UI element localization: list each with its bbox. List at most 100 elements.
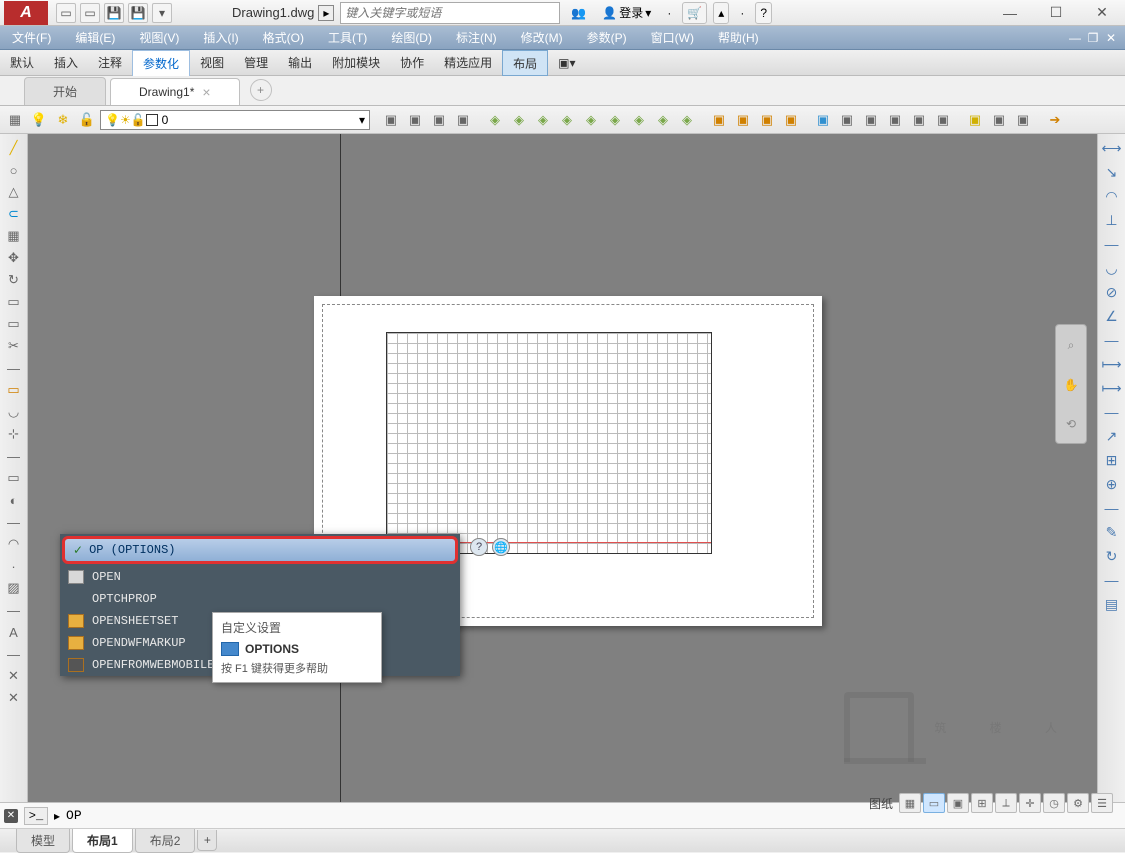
ltool-point-icon[interactable]: · [3,556,25,576]
menu-window[interactable]: 窗口(W) [639,26,706,50]
tool-g3-1[interactable]: ▣ [708,109,730,131]
menu-format[interactable]: 格式(O) [251,26,316,50]
new-icon[interactable]: ▭ [56,3,76,23]
ltool-rect-icon[interactable]: ▭ [3,380,25,400]
ribbon-featured[interactable]: 精选应用 [434,50,502,76]
menu-insert[interactable]: 插入(I) [191,26,250,50]
cmdline-close-icon[interactable]: ✕ [4,809,18,823]
menu-tools[interactable]: 工具(T) [316,26,379,50]
inner-minimize-icon[interactable]: — [1067,31,1083,45]
tool-g4-2[interactable]: ▣ [836,109,858,131]
navigation-bar[interactable]: ⌕ ✋ ⟲ [1055,324,1087,444]
ltool-array-icon[interactable]: ▦ [3,226,25,246]
inner-restore-icon[interactable]: ❐ [1085,31,1101,45]
status-btn-5[interactable]: ⟂ [995,793,1017,813]
close-button[interactable]: ✕ [1079,0,1125,26]
autocomplete-item-optchprop[interactable]: OPTCHPROP [60,588,460,610]
tool-g1-4[interactable]: ▣ [452,109,474,131]
ltool-hatch-icon[interactable]: ▨ [3,578,25,598]
tool-g3-3[interactable]: ▣ [756,109,778,131]
tool-g2-4[interactable]: ◈ [556,109,578,131]
ltool-close2-icon[interactable]: ✕ [3,688,25,708]
tool-g2-6[interactable]: ◈ [604,109,626,131]
cart-icon[interactable]: 🛒 [682,2,707,24]
ltool-circle-icon[interactable]: ○ [3,160,25,180]
ribbon-manage[interactable]: 管理 [234,50,278,76]
status-btn-9[interactable]: ☰ [1091,793,1113,813]
tool-g2-9[interactable]: ◈ [676,109,698,131]
tool-g2-8[interactable]: ◈ [652,109,674,131]
tool-g1-2[interactable]: ▣ [404,109,426,131]
search-input[interactable] [340,2,560,24]
ltool-line-icon[interactable]: ╱ [3,138,25,158]
saveas-icon[interactable]: 💾 [128,3,148,23]
status-btn-1[interactable]: ▦ [899,793,921,813]
maximize-button[interactable]: ☐ [1033,0,1079,26]
rtool-angle-icon[interactable]: ∠ [1101,306,1123,326]
ltool-scissors-icon[interactable]: ✂ [3,336,25,356]
tool-g2-5[interactable]: ◈ [580,109,602,131]
ltool-mirror-icon[interactable]: △ [3,182,25,202]
menu-parameter[interactable]: 参数(P) [575,26,639,50]
status-btn-2[interactable]: ▭ [923,793,945,813]
tool-g5-1[interactable]: ▣ [964,109,986,131]
ltool-rotate-icon[interactable]: ↻ [3,270,25,290]
layer-props-icon[interactable]: ▦ [4,109,26,131]
ltool-join-icon[interactable]: ⊹ [3,424,25,444]
rtool-radius-icon[interactable]: ◡ [1101,258,1123,278]
status-btn-6[interactable]: ✛ [1019,793,1041,813]
ltool-text-icon[interactable]: A [3,622,25,642]
ltool-offset-icon[interactable]: ⊂ [3,204,25,224]
filetab-close-icon[interactable]: × [202,84,210,100]
title-arrow-icon[interactable]: ▸ [318,5,334,21]
rtool-baseline-icon[interactable]: ⟼ [1101,354,1123,374]
ribbon-collaborate[interactable]: 协作 [390,50,434,76]
tool-g1-3[interactable]: ▣ [428,109,450,131]
ltool-copy-icon[interactable]: ▭ [3,468,25,488]
layout-tab-add[interactable]: + [197,830,217,851]
rtool-edit-icon[interactable]: ✎ [1101,522,1123,542]
status-btn-7[interactable]: ◷ [1043,793,1065,813]
tool-g2-2[interactable]: ◈ [508,109,530,131]
layout-tab-1[interactable]: 布局1 [72,829,133,853]
ribbon-addins[interactable]: 附加模块 [322,50,390,76]
filetab-start[interactable]: 开始 [24,77,106,105]
help-icon[interactable]: ? [755,2,772,24]
login-button[interactable]: 👤 登录 ▾ [597,2,656,24]
ribbon-insert[interactable]: 插入 [44,50,88,76]
signin-people-icon[interactable]: 👥 [566,2,591,24]
nav-orbit-icon[interactable]: ⟲ [1066,417,1076,431]
ltool-fillet-icon[interactable]: ◡ [3,402,25,422]
autocomplete-globe-icon[interactable]: 🌐 [492,538,510,556]
layer-bulb-icon[interactable]: 💡 [28,109,50,131]
ribbon-parametric[interactable]: 参数化 [132,50,190,76]
ribbon-annotate[interactable]: 注释 [88,50,132,76]
menu-view[interactable]: 视图(V) [127,26,191,50]
menu-help[interactable]: 帮助(H) [706,26,771,50]
rtool-leader-icon[interactable]: ↗ [1101,426,1123,446]
tool-g2-1[interactable]: ◈ [484,109,506,131]
autocomplete-help-icon[interactable]: ? [470,538,488,556]
status-btn-3[interactable]: ▣ [947,793,969,813]
ribbon-expand-icon[interactable]: ▣▾ [548,50,585,76]
tool-g2-7[interactable]: ◈ [628,109,650,131]
tool-g1-1[interactable]: ▣ [380,109,402,131]
rtool-arc-icon[interactable]: ◠ [1101,186,1123,206]
layer-freeze-icon[interactable]: ❄ [52,109,74,131]
rtool-ord-icon[interactable]: ⊥ [1101,210,1123,230]
nav-pan-icon[interactable]: ✋ [1064,378,1079,392]
ltool-close1-icon[interactable]: ✕ [3,666,25,686]
ltool-extend-icon[interactable]: ▭ [3,314,25,334]
rtool-continue-icon[interactable]: ⟼ [1101,378,1123,398]
ribbon-default[interactable]: 默认 [0,50,44,76]
rtool-linear-icon[interactable]: ⟷ [1101,138,1123,158]
menu-draw[interactable]: 绘图(D) [379,26,444,50]
menu-dimension[interactable]: 标注(N) [444,26,509,50]
app-store-icon[interactable]: ▴ [713,2,729,24]
tool-g4-3[interactable]: ▣ [860,109,882,131]
open-icon[interactable]: ▭ [80,3,100,23]
rtool-tolerance-icon[interactable]: ⊞ [1101,450,1123,470]
rtool-diameter-icon[interactable]: ⊘ [1101,282,1123,302]
tool-g3-2[interactable]: ▣ [732,109,754,131]
rtool-aligned-icon[interactable]: ↘ [1101,162,1123,182]
